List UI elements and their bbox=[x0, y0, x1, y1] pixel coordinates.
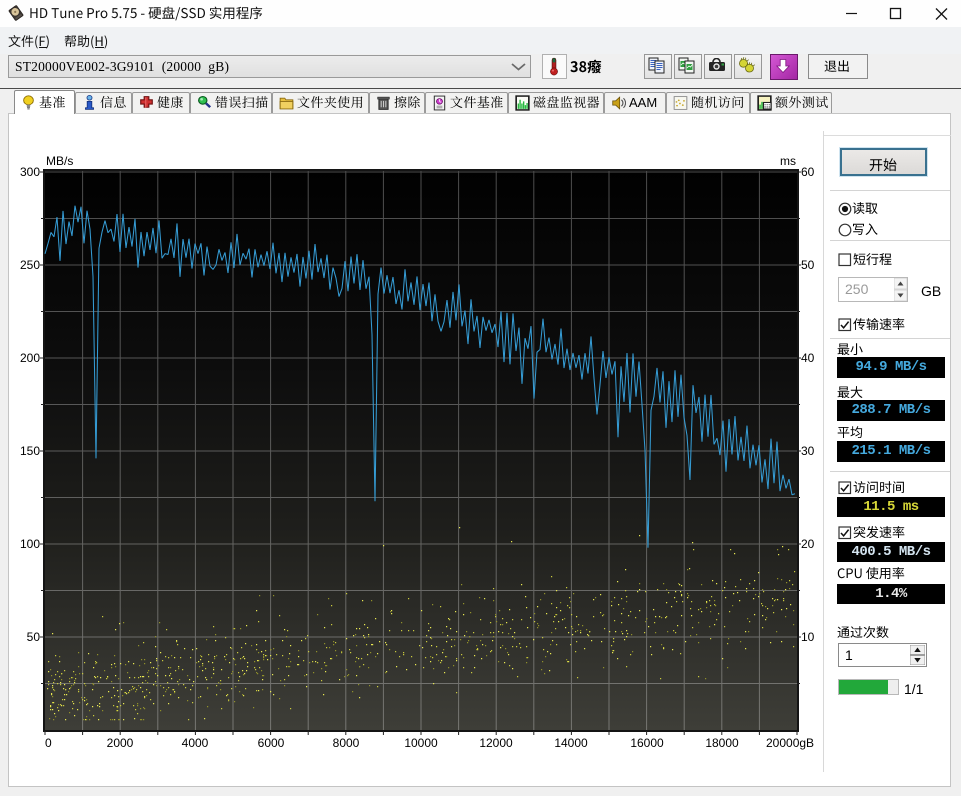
svg-text:30: 30 bbox=[801, 444, 815, 458]
svg-text:8000: 8000 bbox=[333, 736, 360, 750]
svg-text:250: 250 bbox=[20, 258, 40, 272]
svg-text:10000: 10000 bbox=[404, 736, 438, 750]
svg-text:18000: 18000 bbox=[705, 736, 739, 750]
svg-text:40: 40 bbox=[801, 351, 815, 365]
svg-text:0: 0 bbox=[45, 736, 52, 750]
svg-text:50: 50 bbox=[801, 258, 815, 272]
svg-text:12000: 12000 bbox=[479, 736, 513, 750]
svg-text:2000: 2000 bbox=[107, 736, 134, 750]
svg-text:100: 100 bbox=[20, 537, 40, 551]
svg-text:20: 20 bbox=[801, 537, 815, 551]
svg-text:20000gB: 20000gB bbox=[766, 736, 814, 750]
svg-text:4000: 4000 bbox=[182, 736, 209, 750]
svg-text:50: 50 bbox=[27, 630, 41, 644]
svg-text:150: 150 bbox=[20, 444, 40, 458]
svg-text:14000: 14000 bbox=[554, 736, 588, 750]
svg-text:60: 60 bbox=[801, 165, 815, 179]
svg-text:200: 200 bbox=[20, 351, 40, 365]
svg-text:ms: ms bbox=[780, 154, 796, 168]
svg-text:16000: 16000 bbox=[630, 736, 664, 750]
svg-text:300: 300 bbox=[20, 165, 40, 179]
svg-text:MB/s: MB/s bbox=[46, 154, 73, 168]
svg-text:10: 10 bbox=[801, 630, 815, 644]
svg-text:6000: 6000 bbox=[258, 736, 285, 750]
